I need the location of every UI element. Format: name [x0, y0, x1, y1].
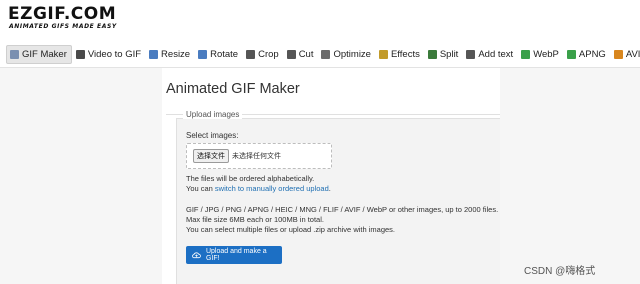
manual-upload-link[interactable]: switch to manually ordered upload — [215, 184, 329, 193]
optimize-icon — [321, 49, 331, 59]
avif-icon — [613, 49, 623, 59]
film-icon — [75, 49, 85, 59]
nav-item-add-text[interactable]: Add text — [463, 45, 517, 64]
nav-item-webp[interactable]: WebP — [518, 45, 563, 64]
crop-icon — [246, 49, 256, 59]
formats-note: GIF / JPG / PNG / APNG / HEIC / MNG / FL… — [186, 205, 499, 214]
size-note: Max file size 6MB each or 100MB in total… — [186, 215, 324, 224]
add-text-icon — [466, 49, 476, 59]
site-logo[interactable]: EZGIF.COM ANIMATED GIFS MADE EASY — [8, 4, 118, 34]
rotate-icon — [198, 49, 208, 59]
resize-icon — [149, 49, 159, 59]
file-input[interactable]: 选择文件 未选择任何文件 — [186, 143, 332, 169]
nav-item-effects[interactable]: Effects — [376, 45, 424, 64]
nav-item-resize[interactable]: Resize — [146, 45, 194, 64]
effects-icon — [378, 49, 388, 59]
choose-file-button[interactable]: 选择文件 — [193, 149, 229, 163]
logo-text: EZGIF.COM — [8, 4, 117, 24]
nav-item-cut[interactable]: Cut — [284, 45, 318, 64]
cloud-upload-icon — [192, 251, 201, 258]
nav-label: APNG — [578, 48, 606, 60]
manual-prefix: You can — [186, 184, 215, 193]
nav-item-crop[interactable]: Crop — [243, 45, 283, 64]
nav-label: Cut — [298, 48, 314, 60]
fieldset-legend: Upload images — [183, 110, 243, 119]
logo-tagline: ANIMATED GIFS MADE EASY — [9, 23, 117, 30]
nav-item-video-to-gif[interactable]: Video to GIF — [73, 45, 145, 64]
order-note: The files will be ordered alphabetically… — [186, 174, 315, 183]
nav-item-gif-maker[interactable]: GIF Maker — [6, 44, 72, 64]
nav-label: Split — [439, 48, 459, 60]
webp-icon — [521, 49, 531, 59]
nav-item-optimize[interactable]: Optimize — [318, 45, 374, 64]
nav-label: Effects — [390, 48, 420, 60]
watermark-text: CSDN @嗨格式 — [524, 266, 596, 277]
nav-label: Resize — [161, 48, 191, 60]
main-nav: GIF Maker Video to GIF Resize Rotate Cro… — [6, 44, 640, 64]
manual-suffix: . — [328, 184, 331, 193]
nav-label: WebP — [533, 48, 559, 60]
select-images-label: Select images: — [186, 131, 239, 140]
cut-icon — [286, 49, 296, 59]
nav-item-split[interactable]: Split — [425, 45, 462, 64]
nav-item-apng[interactable]: APNG — [564, 45, 610, 64]
gif-maker-icon — [10, 49, 19, 59]
upload-button-label: Upload and make a GIF! — [205, 248, 267, 262]
split-icon — [427, 49, 437, 59]
zip-note: You can select multiple files or upload … — [186, 225, 395, 234]
nav-label: Crop — [258, 48, 279, 60]
nav-label: Add text — [478, 48, 514, 60]
nav-item-avif[interactable]: AVIF — [611, 45, 640, 64]
file-status-text: 未选择任何文件 — [232, 153, 281, 160]
upload-button[interactable]: Upload and make a GIF! — [186, 246, 282, 264]
left-side-panel — [0, 68, 162, 284]
apng-icon — [566, 49, 576, 59]
nav-label: AVIF — [625, 48, 640, 60]
right-side-panel — [500, 68, 640, 284]
nav-item-rotate[interactable]: Rotate — [195, 45, 242, 64]
manual-upload-note: You can switch to manually ordered uploa… — [186, 184, 331, 193]
page-title: Animated GIF Maker — [166, 81, 300, 97]
nav-label: GIF Maker — [22, 48, 67, 60]
nav-label: Video to GIF — [87, 48, 142, 60]
nav-label: Rotate — [210, 48, 239, 60]
nav-label: Optimize — [333, 48, 371, 60]
